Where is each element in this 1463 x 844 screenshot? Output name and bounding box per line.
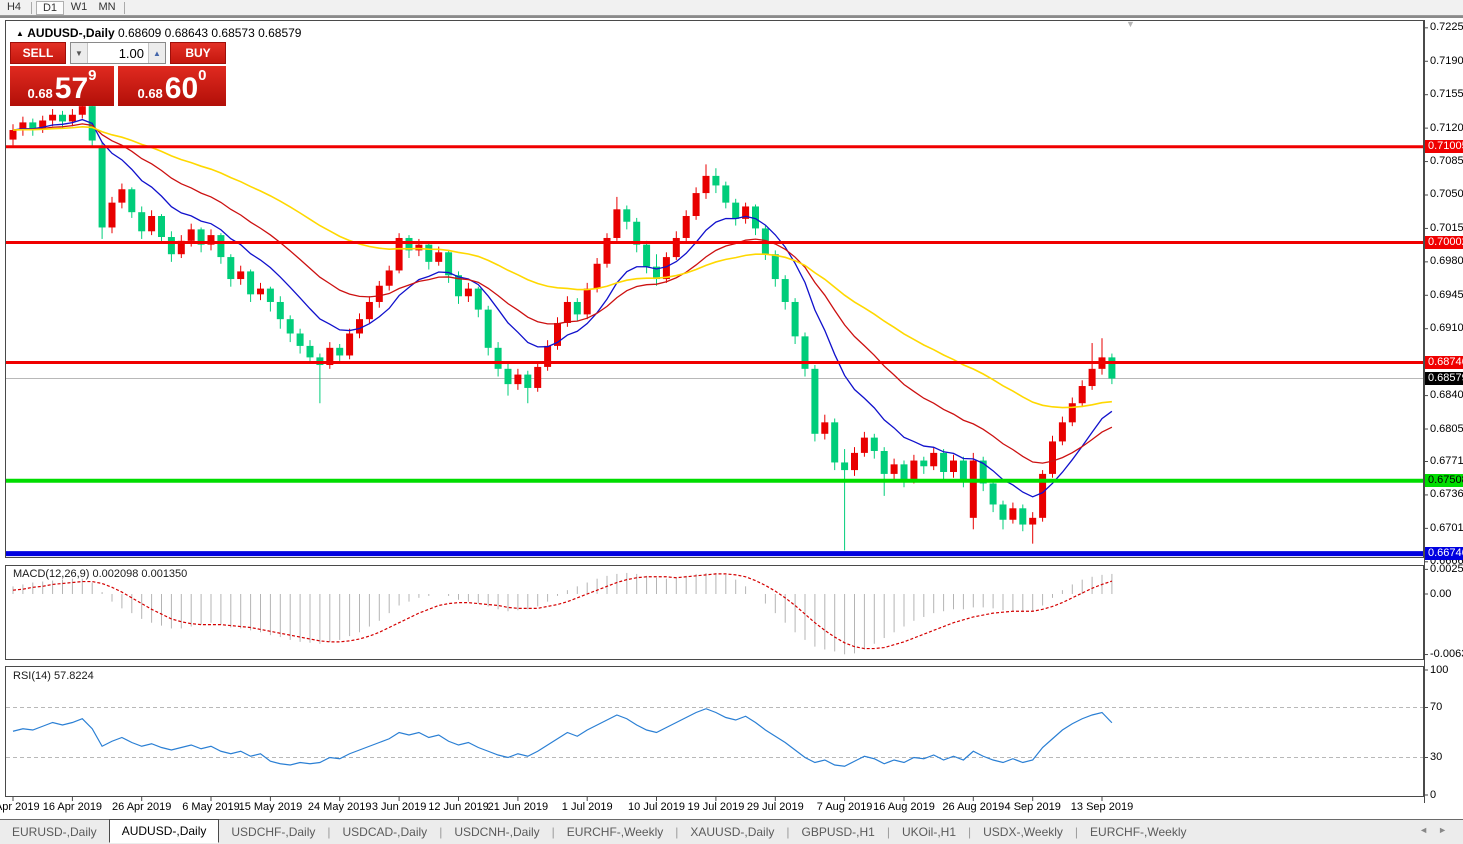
chart-tab-eurchf-weekly[interactable]: EURCHF-,Weekly [1078,822,1198,842]
price-axis-label: 0.69100 [1430,322,1463,335]
timeframe-toolbar: H4 D1 W1 MN [0,0,1463,16]
volume-increase-icon[interactable]: ▲ [148,43,165,63]
price-axis-label: 0.71200 [1430,121,1463,134]
date-axis-label: 10 Jul 2019 [628,801,685,813]
rsi-axis-label: 70 [1430,701,1443,713]
buy-price-box[interactable]: 0.68 60 0 [118,66,226,106]
date-axis-label: 19 Jul 2019 [687,801,745,813]
chart-tab-xauusd-daily[interactable]: XAUUSD-,Daily [678,822,786,842]
buy-price-sup: 0 [198,67,207,84]
tab-scroll-arrows[interactable]: ◄► [1419,825,1457,835]
rsi-indicator-label: RSI(14) 57.8224 [13,670,94,682]
volume-decrease-icon[interactable]: ▼ [71,43,88,63]
current-price-label: 0.68579 [1425,371,1463,385]
level-price-label[interactable]: 0.68746 [1425,356,1463,370]
chart-tab-ukoil-h1[interactable]: UKOil-,H1 [890,822,968,842]
chart-tab-usdcad-daily[interactable]: USDCAD-,Daily [331,822,440,842]
sell-button[interactable]: SELL [10,42,66,64]
date-axis-label: 6 May 2019 [182,801,240,813]
buy-price-small: 0.68 [137,86,163,101]
price-axis-label: 0.68400 [1430,389,1463,402]
timeframe-button-h4[interactable]: H4 [1,1,27,14]
chart-tab-gbpusd-h1[interactable]: GBPUSD-,H1 [790,822,887,842]
price-axis-label: 0.69450 [1430,288,1463,301]
date-axis-label: 15 May 2019 [238,801,303,813]
date-axis-label: 26 Apr 2019 [112,801,172,813]
date-axis-label: 3 Jun 2019 [371,801,427,813]
date-axis-label: 1 Jul 2019 [561,801,613,813]
date-axis-label: 21 Jun 2019 [487,801,549,813]
rsi-axis-label: 100 [1430,663,1449,676]
one-click-trading-widget: SELL ▼ ▲ BUY 0.68 57 9 0.68 60 0 [10,42,226,106]
date-axis-label: 7 Apr 2019 [0,801,40,813]
price-axis-label: 0.67360 [1430,488,1463,501]
macd-axis-label: -0.006326 [1430,648,1463,661]
symbol-title: AUDUSD-,Daily [27,26,115,40]
price-axis-label: 0.68050 [1430,422,1463,435]
date-axis-label: 26 Aug 2019 [942,801,1005,813]
date-axis-label: 16 Aug 2019 [873,801,935,813]
price-axis-label: 0.67710 [1430,454,1463,467]
macd-panel[interactable] [5,565,1424,660]
sell-price-box[interactable]: 0.68 57 9 [10,66,114,106]
toolbar-edge [0,16,1463,18]
macd-indicator-label: MACD(12,26,9) 0.002098 0.001350 [13,568,188,580]
date-axis-label: 4 Sep 2019 [1004,801,1061,813]
rsi-axis-label: 0 [1430,788,1437,801]
level-price-label[interactable]: 0.71005 [1425,140,1463,154]
ohlc-readout: 0.68609 0.68643 0.68573 0.68579 [117,26,302,40]
collapse-triangle-icon[interactable]: ▲ [16,29,24,38]
level-price-label[interactable]: 0.67508 [1425,474,1463,488]
chart-tab-usdx-weekly[interactable]: USDX-,Weekly [971,822,1075,842]
date-axis-label: 12 Jun 2019 [428,801,489,813]
timeframe-button-w1[interactable]: W1 [66,1,92,14]
sell-price-big: 57 [54,72,89,105]
price-axis-label: 0.70500 [1430,188,1463,201]
price-axis-label: 0.67010 [1430,521,1463,534]
price-axis-label: 0.71900 [1430,54,1463,67]
chart-tab-eurchf-weekly[interactable]: EURCHF-,Weekly [555,822,675,842]
macd-axis-label: 0.002574 [1430,562,1463,575]
timeframe-button-mn[interactable]: MN [94,1,120,14]
timeframe-button-d1[interactable]: D1 [36,0,64,15]
volume-input[interactable] [88,43,148,63]
date-axis-label: 7 Aug 2019 [816,801,873,813]
date-axis-label: 24 May 2019 [307,801,372,813]
chart-tab-usdcnh-daily[interactable]: USDCNH-,Daily [442,822,551,842]
buy-price-big: 60 [164,72,199,105]
macd-axis-label: 0.00 [1430,587,1452,600]
toolbar-separator [31,1,32,14]
chart-tab-audusd-daily[interactable]: AUDUSD-,Daily [108,819,220,843]
chart-tab-bar: EURUSD-,Daily AUDUSD-,Daily USDCHF-,Daily |… [0,819,1463,844]
chart-tab-usdchf-daily[interactable]: USDCHF-,Daily [219,822,327,842]
sell-price-small: 0.68 [27,86,53,101]
level-price-label[interactable]: 0.70002 [1425,236,1463,250]
rsi-axis-label: 30 [1430,751,1443,763]
date-axis-label: 13 Sep 2019 [1070,801,1134,813]
buy-button[interactable]: BUY [170,42,226,64]
chart-tab-eurusd-daily[interactable]: EURUSD-,Daily [0,822,109,842]
price-axis-label: 0.72250 [1430,21,1463,34]
price-axis-label: 0.69800 [1430,255,1463,268]
level-price-label[interactable]: 0.66746 [1425,547,1463,561]
price-axis-label: 0.71550 [1430,88,1463,101]
scroll-to-end-icon[interactable]: ▼ [1126,19,1135,29]
rsi-panel[interactable] [5,666,1424,797]
chart-title-bar: ▲ AUDUSD-,Daily 0.68609 0.68643 0.68573 … [16,26,301,40]
price-axis-label: 0.70850 [1430,155,1463,168]
toolbar-separator [124,1,125,14]
date-axis-label: 16 Apr 2019 [42,801,103,813]
sell-price-sup: 9 [88,67,97,84]
price-axis-label: 0.70150 [1430,221,1463,234]
volume-stepper: ▼ ▲ [70,42,166,64]
date-axis-label: 29 Jul 2019 [746,801,804,813]
